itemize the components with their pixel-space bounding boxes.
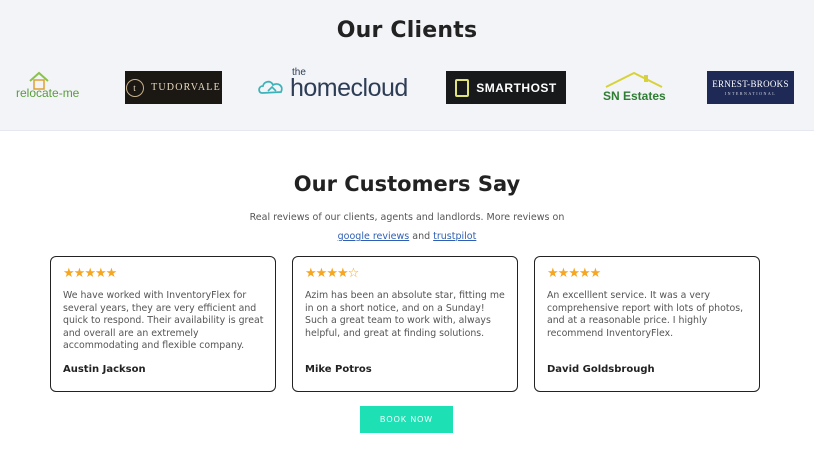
star-filled-icon: ★ bbox=[547, 266, 559, 281]
ernest-brooks-logo: ERNEST-BROOKS INTERNATIONAL bbox=[707, 71, 794, 104]
smarthost-icon bbox=[455, 78, 470, 97]
clients-title: Our Clients bbox=[336, 18, 478, 43]
review-card: ★★★★★ We have worked with InventoryFlex … bbox=[50, 256, 276, 392]
google-reviews-link[interactable]: google reviews bbox=[338, 231, 410, 242]
review-card: ★★★★☆ Azim has been an absolute star, fi… bbox=[292, 256, 518, 392]
star-filled-icon: ★ bbox=[305, 266, 317, 281]
star-filled-icon: ★ bbox=[84, 266, 96, 281]
star-filled-icon: ★ bbox=[63, 266, 75, 281]
review-text: An excelllent service. It was a very com… bbox=[547, 290, 744, 339]
review-author: David Goldsbrough bbox=[547, 364, 655, 375]
ernest-brooks-subtext: INTERNATIONAL bbox=[724, 91, 777, 96]
star-filled-icon: ★ bbox=[578, 266, 591, 281]
star-rating: ★★★★☆ bbox=[305, 266, 360, 281]
star-filled-icon: ★ bbox=[73, 266, 86, 281]
testimonials-title: Our Customers Say bbox=[293, 172, 521, 196]
review-author: Austin Jackson bbox=[63, 364, 146, 375]
star-filled-icon: ★ bbox=[557, 266, 570, 281]
smarthost-logo: SMARTHOST bbox=[446, 71, 566, 104]
star-filled-icon: ★ bbox=[326, 266, 338, 281]
ernest-brooks-text: ERNEST-BROOKS bbox=[712, 79, 789, 89]
trustpilot-link[interactable]: trustpilot bbox=[433, 231, 476, 242]
book-now-button[interactable]: BOOK NOW bbox=[360, 406, 453, 433]
star-filled-icon: ★ bbox=[315, 266, 328, 281]
subtitle-text: Real reviews of our clients, agents and … bbox=[249, 212, 565, 223]
review-card: ★★★★★ An excelllent service. It was a ve… bbox=[534, 256, 760, 392]
tudorvale-mark: t bbox=[126, 78, 145, 97]
roof-icon bbox=[605, 71, 663, 88]
star-rating: ★★★★★ bbox=[63, 266, 118, 281]
and-text: and bbox=[412, 231, 431, 242]
smarthost-text: SMARTHOST bbox=[476, 80, 557, 95]
star-filled-icon: ★ bbox=[589, 266, 602, 281]
testimonials-subtitle: Real reviews of our clients, agents and … bbox=[240, 208, 574, 246]
relocate-me-logo: relocate-me bbox=[14, 71, 94, 104]
review-text: Azim has been an absolute star, fitting … bbox=[305, 290, 505, 339]
star-rating: ★★★★★ bbox=[547, 266, 602, 281]
tudorvale-logo: t TUDORVALE bbox=[125, 71, 222, 104]
relocate-me-text: relocate-me bbox=[16, 86, 80, 100]
star-filled-icon: ★ bbox=[336, 266, 349, 281]
review-text: We have worked with InventoryFlex for se… bbox=[63, 290, 264, 352]
star-filled-icon: ★ bbox=[94, 266, 107, 281]
tudorvale-text: TUDORVALE bbox=[151, 82, 221, 93]
star-filled-icon: ★ bbox=[105, 266, 118, 281]
sn-estates-text: SN Estates bbox=[603, 89, 666, 103]
homecloud-text: homecloud bbox=[290, 74, 408, 102]
cloud-house-icon bbox=[258, 80, 283, 94]
homecloud-logo: the homecloud bbox=[258, 67, 410, 104]
sn-estates-logo: SN Estates bbox=[600, 71, 674, 104]
review-author: Mike Potros bbox=[305, 364, 372, 375]
clients-section: Our Clients relocate-me t TUDORVALE the … bbox=[0, 0, 814, 131]
star-filled-icon: ★ bbox=[568, 266, 580, 281]
star-empty-icon: ☆ bbox=[347, 266, 360, 281]
